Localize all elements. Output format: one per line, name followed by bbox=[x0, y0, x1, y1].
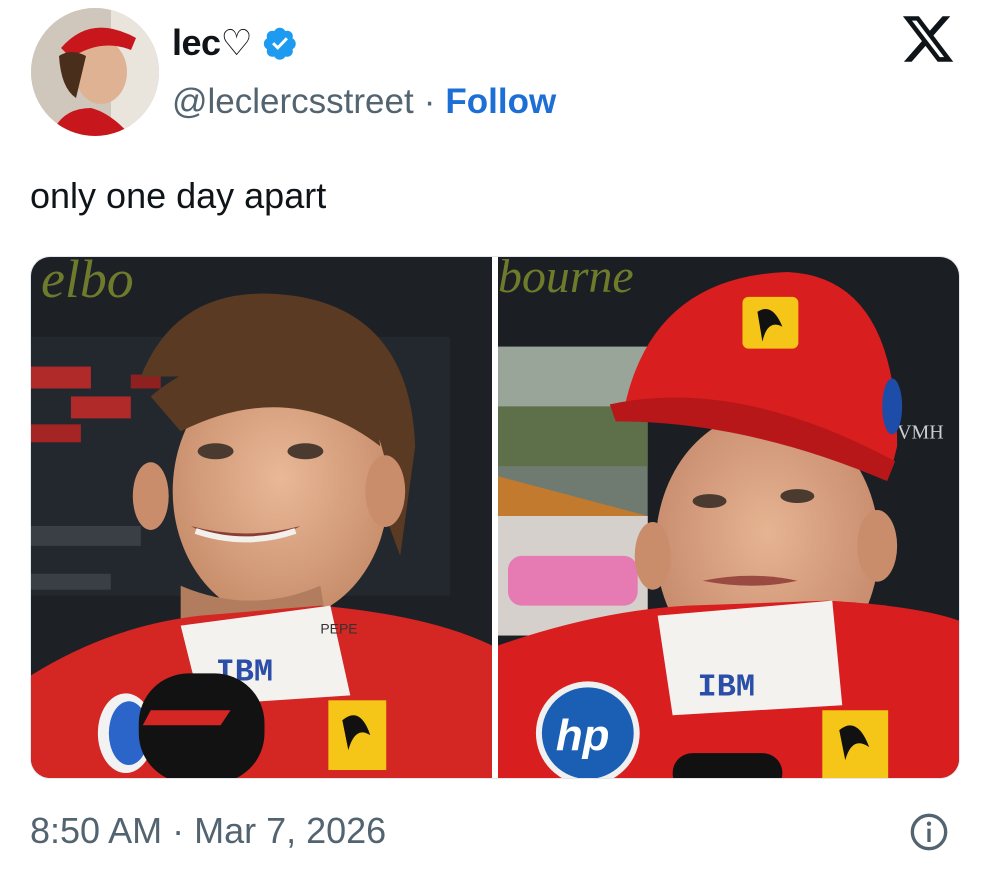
photo-left-image: elbo IBM PEPE bbox=[31, 257, 492, 778]
info-icon[interactable] bbox=[909, 812, 949, 852]
right-chest-logo-text: hp bbox=[556, 711, 610, 760]
photo-right-image: bourne VMH IBM hp bbox=[498, 257, 959, 778]
author-avatar[interactable] bbox=[31, 8, 159, 136]
follow-button[interactable]: Follow bbox=[445, 82, 556, 122]
right-collar-text: IBM bbox=[698, 668, 755, 705]
author-handle[interactable]: @leclercsstreet bbox=[172, 82, 414, 122]
media-photo-right[interactable]: bourne VMH IBM hp bbox=[498, 257, 959, 778]
author-name-row: lec♡ bbox=[172, 18, 298, 68]
avatar-image bbox=[31, 8, 159, 136]
left-collar-side-text: PEPE bbox=[320, 621, 357, 637]
verified-badge-icon bbox=[264, 27, 297, 60]
left-background-text: elbo bbox=[41, 257, 134, 309]
author-handle-row: @leclercsstreet · Follow bbox=[172, 78, 556, 126]
media-photo-left[interactable]: elbo IBM PEPE bbox=[31, 257, 492, 778]
tweet-timestamp[interactable]: 8:50 AM · Mar 7, 2026 bbox=[30, 806, 386, 856]
x-logo-icon[interactable] bbox=[898, 11, 958, 67]
handle-separator: · bbox=[423, 82, 436, 121]
right-side-text: VMH bbox=[897, 421, 944, 443]
right-background-text: bourne bbox=[498, 257, 634, 303]
tweet-text: only one day apart bbox=[30, 175, 327, 216]
tweet-media[interactable]: elbo IBM PEPE bourne VMH IBM hp bbox=[30, 256, 960, 779]
display-name[interactable]: lec♡ bbox=[172, 22, 253, 64]
